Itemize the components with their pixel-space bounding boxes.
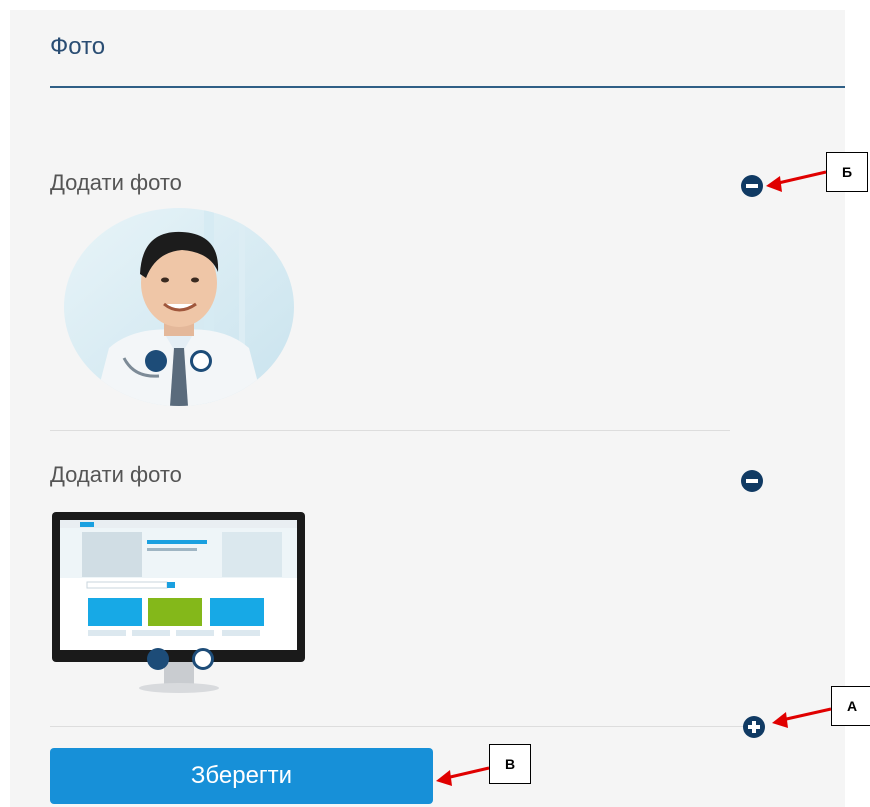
callout-arrow bbox=[436, 766, 490, 786]
